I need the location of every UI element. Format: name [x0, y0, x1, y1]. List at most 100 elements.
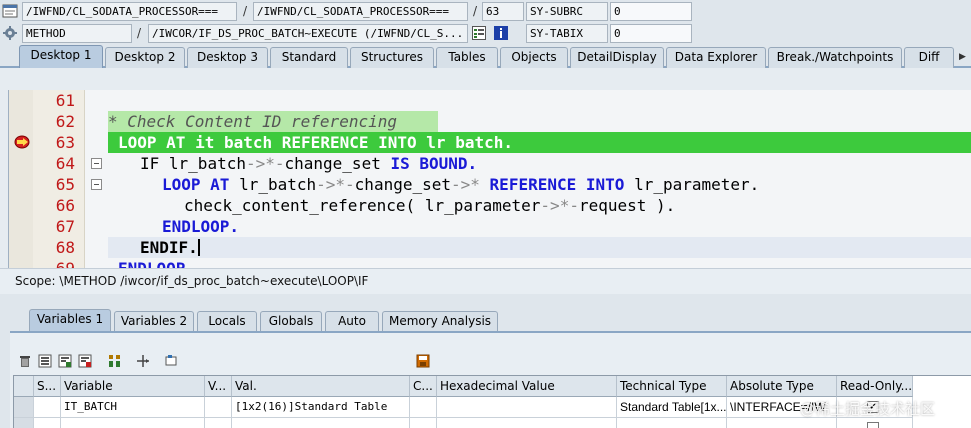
tooltip-icon[interactable] [164, 354, 178, 368]
tab-desktop-3[interactable]: Desktop 3 [187, 47, 268, 68]
tab-breakpoints-watchpoints[interactable]: Break./Watchpoints [768, 47, 902, 68]
tab-diff[interactable]: Diff [904, 47, 954, 68]
tab-globals[interactable]: Globals [260, 311, 322, 331]
table-cell[interactable] [61, 418, 205, 428]
load-layout-icon[interactable] [78, 354, 92, 368]
table-cell[interactable] [232, 418, 410, 428]
code-text: IF lr_batch->*-change_set IS BOUND. [140, 154, 478, 173]
delete-icon[interactable] [18, 354, 32, 368]
desktop-tab-bar: Desktop 1 Desktop 2 Desktop 3 Standard S… [0, 44, 971, 68]
line-number: 64 [55, 154, 75, 173]
comment-text: * Check Content ID referencing [108, 112, 397, 131]
grid-header-value[interactable]: Val. [232, 376, 410, 397]
sy-tabix-label: SY-TABIX [526, 24, 608, 43]
tab-standard[interactable]: Standard [270, 47, 348, 68]
code-text: LOOP AT it batch REFERENCE INTO lr batch… [118, 133, 513, 152]
sy-subrc-value[interactable]: 0 [610, 2, 692, 21]
fold-toggle-icon[interactable] [91, 179, 102, 190]
table-cell [437, 418, 617, 428]
code-line: 64 IF lr_batch->*-change_set IS BOUND. [9, 153, 971, 174]
grid-header-hex-value[interactable]: Hexadecimal Value [437, 376, 617, 397]
code-line: 69 ENDLOOP. [9, 258, 971, 268]
code-line-cursor: 68 ENDIF. [9, 237, 971, 258]
fold-toggle-icon[interactable] [91, 158, 102, 169]
code-text: ENDIF. [140, 238, 200, 257]
row-selector[interactable] [14, 418, 34, 428]
save-icon[interactable] [416, 354, 430, 368]
hex-value-cell [437, 397, 617, 418]
method-icon [3, 26, 17, 40]
tab-auto[interactable]: Auto [325, 311, 379, 331]
grid-header-cell [14, 376, 34, 397]
path-separator: / [136, 26, 142, 40]
read-only-checkbox[interactable] [867, 422, 879, 428]
tab-data-explorer[interactable]: Data Explorer [666, 47, 766, 68]
tab-detail-display[interactable]: DetailDisplay [570, 47, 664, 68]
tab-structures[interactable]: Structures [350, 47, 434, 68]
path-separator: / [242, 4, 248, 18]
grid-header-variable[interactable]: Variable [61, 376, 205, 397]
tab-desktop-2[interactable]: Desktop 2 [105, 47, 185, 68]
grid-header-c[interactable]: C... [410, 376, 437, 397]
line-number: 69 [33, 258, 75, 268]
info-row-method: METHOD / /IWCOR/IF_DS_PROC_BATCH~EXECUTE… [0, 22, 971, 44]
delete-all-icon[interactable] [38, 354, 52, 368]
navigate-icon[interactable] [136, 354, 150, 368]
sy-subrc-label: SY-SUBRC [526, 2, 608, 21]
grid-header-s[interactable]: S... [34, 376, 61, 397]
tab-tables[interactable]: Tables [436, 47, 498, 68]
program-field[interactable]: /IWFND/CL_SODATA_PROCESSOR=== [22, 2, 237, 21]
grid-header-absolute-type[interactable]: Absolute Type [727, 376, 837, 397]
tab-variables-1[interactable]: Variables 1 [29, 309, 111, 331]
source-code-panel: 61 62 * Check Content ID referencing 63 … [0, 68, 971, 268]
tab-scroll-right-icon[interactable]: ▶ [959, 47, 971, 67]
code-text: check_content_reference( lr_parameter->*… [184, 196, 676, 215]
variable-name-cell[interactable]: IT_BATCH [61, 397, 205, 418]
code-text: LOOP AT lr_batch->*-change_set->* REFERE… [162, 175, 760, 194]
grid-header-technical-type[interactable]: Technical Type [617, 376, 727, 397]
line-number: 68 [55, 238, 75, 257]
list-icon[interactable] [472, 26, 486, 40]
grid-header-v[interactable]: V... [205, 376, 232, 397]
grid-header-read-only[interactable]: Read-Only... [837, 376, 913, 397]
table-cell [410, 418, 437, 428]
row-selector[interactable] [14, 397, 34, 418]
event-name-field[interactable]: /IWCOR/IF_DS_PROC_BATCH~EXECUTE (/IWFND/… [148, 24, 468, 43]
line-number-field[interactable]: 63 [482, 2, 524, 21]
save-layout-icon[interactable] [58, 354, 72, 368]
line-number: 66 [55, 196, 75, 215]
code-editor[interactable]: 61 62 * Check Content ID referencing 63 … [8, 90, 971, 268]
sy-tabix-value[interactable]: 0 [610, 24, 692, 43]
event-type-field[interactable]: METHOD [22, 24, 132, 43]
line-number: 67 [55, 217, 75, 236]
info-row-program: /IWFND/CL_SODATA_PROCESSOR=== / /IWFND/C… [0, 0, 971, 22]
table-cell [34, 397, 61, 418]
line-number: 65 [55, 175, 75, 194]
code-line: 61 [9, 90, 971, 111]
table-cell [205, 418, 232, 428]
include-field[interactable]: /IWFND/CL_SODATA_PROCESSOR=== [253, 2, 468, 21]
watermark-text: @稀土掘金技术社区 [800, 400, 936, 418]
tab-memory-analysis[interactable]: Memory Analysis [382, 311, 498, 331]
variable-value-cell[interactable]: [1x2(16)]Standard Table [232, 397, 410, 418]
code-text: ENDLOOP. [118, 258, 195, 268]
tab-desktop-1[interactable]: Desktop 1 [19, 45, 103, 68]
breakpoint-arrow-icon[interactable] [14, 135, 30, 149]
tab-variables-2[interactable]: Variables 2 [114, 311, 194, 331]
line-number: 63 [55, 133, 75, 152]
scope-path: Scope: \METHOD /iwcor/if_ds_proc_batch~e… [0, 268, 971, 294]
table-cell [617, 418, 727, 428]
tab-locals[interactable]: Locals [197, 311, 257, 331]
table-cell [205, 397, 232, 418]
table-cell [837, 418, 913, 428]
tab-objects[interactable]: Objects [500, 47, 568, 68]
table-cell [727, 418, 837, 428]
code-line: 65 LOOP AT lr_batch->*-change_set->* REF… [9, 174, 971, 195]
code-text: ENDLOOP. [162, 217, 240, 236]
line-number: 62 [55, 112, 75, 131]
code-line: 66 check_content_reference( lr_parameter… [9, 195, 971, 216]
info-icon[interactable] [494, 26, 508, 40]
cursor-line-highlight [108, 237, 971, 258]
text-cursor [197, 239, 200, 256]
expand-icon[interactable] [108, 354, 122, 368]
